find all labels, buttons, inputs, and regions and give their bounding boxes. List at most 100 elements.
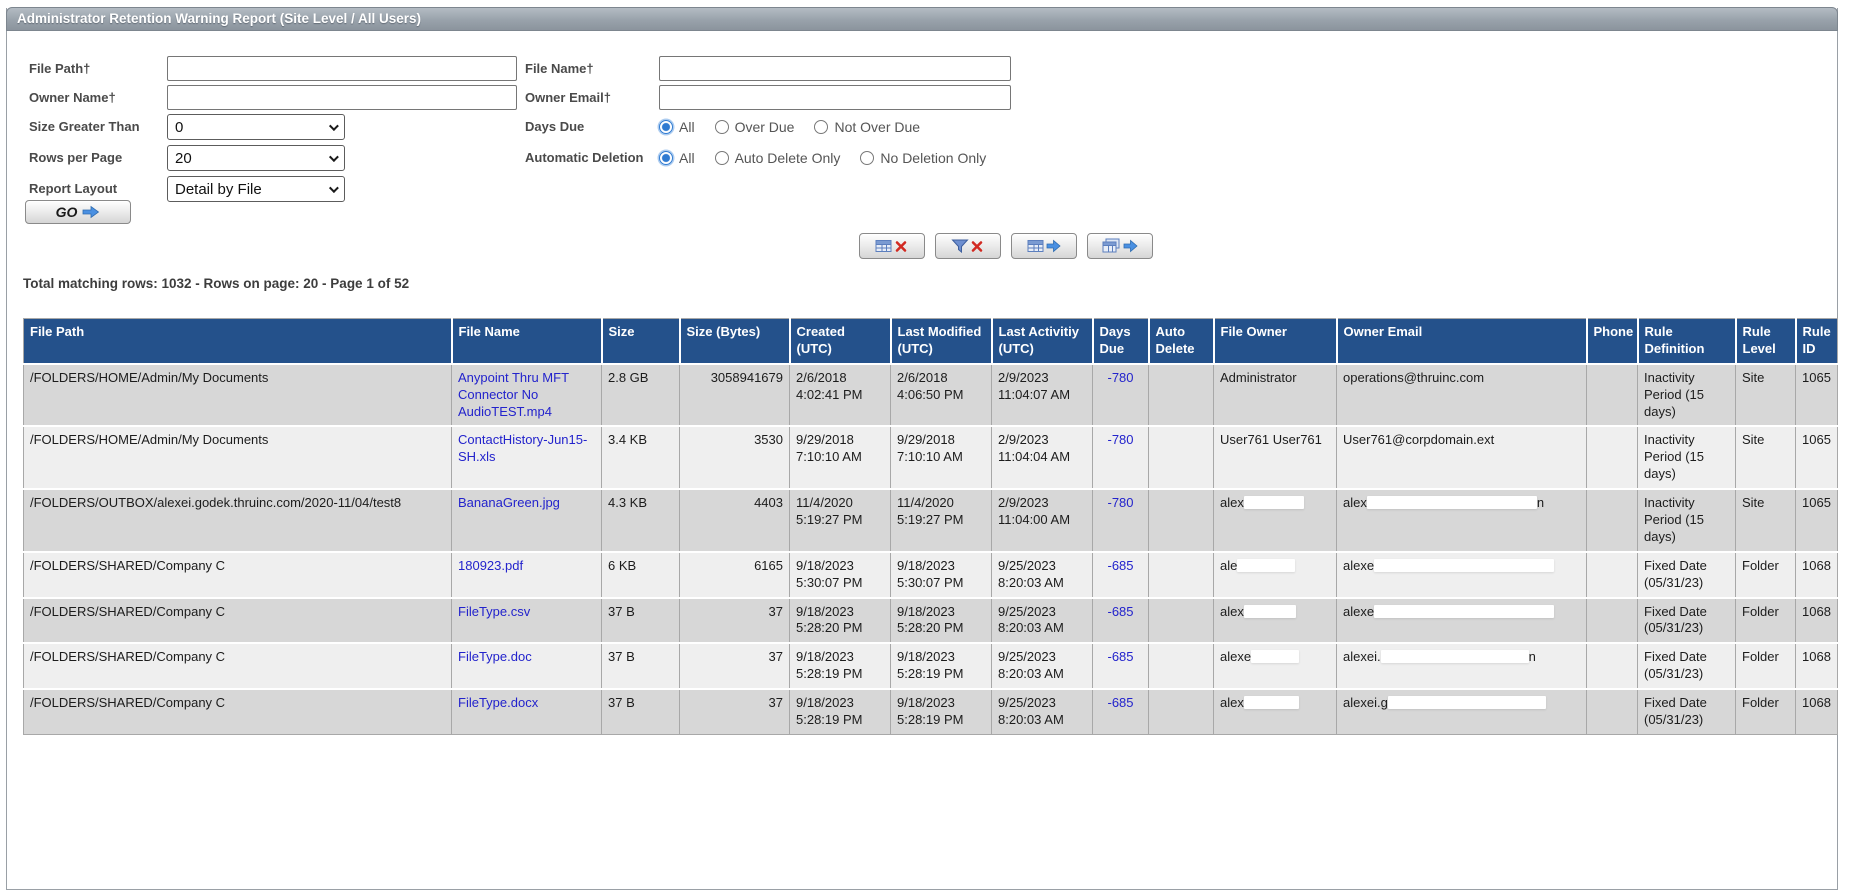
cell-rule-level: Site (1736, 426, 1796, 489)
cell-activity: 9/25/2023 8:20:03 AM (992, 552, 1093, 598)
file-name-link[interactable]: Anypoint Thru MFT Connector No AudioTEST… (458, 370, 569, 419)
owner-name-input[interactable] (167, 85, 517, 110)
go-button[interactable]: GO (25, 200, 131, 224)
table-row: /FOLDERS/OUTBOX/alexei.godek.thruinc.com… (24, 489, 1838, 552)
report-layout-select[interactable]: Detail by File (167, 176, 345, 202)
rows-per-page-select[interactable]: 20 (167, 145, 345, 171)
redaction-box (1251, 650, 1299, 663)
table-row: /FOLDERS/SHARED/Company C FileType.doc 3… (24, 643, 1838, 689)
size-greater-select[interactable]: 0 (167, 114, 345, 140)
file-name-link[interactable]: 180923.pdf (458, 558, 523, 573)
days-due-radio-all[interactable] (659, 120, 673, 134)
cell-file-path: /FOLDERS/SHARED/Company C (24, 598, 452, 644)
cell-file-name: FileType.docx (452, 689, 602, 734)
redaction-box (1244, 605, 1296, 618)
cell-phone (1587, 364, 1638, 427)
cell-days-due: -685 (1093, 552, 1149, 598)
cell-modified: 9/18/2023 5:28:19 PM (891, 689, 992, 734)
cell-modified: 9/29/2018 7:10:10 AM (891, 426, 992, 489)
cell-auto-delete (1149, 364, 1214, 427)
cell-file-path: /FOLDERS/OUTBOX/alexei.godek.thruinc.com… (24, 489, 452, 552)
auto-deletion-radio-all[interactable] (659, 151, 673, 165)
file-path-input[interactable] (167, 56, 517, 81)
file-name-link[interactable]: FileType.csv (458, 604, 530, 619)
cell-created: 9/18/2023 5:30:07 PM (790, 552, 891, 598)
column-header-rule-id: Rule ID (1796, 319, 1838, 364)
owner-email-label: Owner Email† (525, 85, 611, 111)
column-header-phone: Phone (1587, 319, 1638, 364)
days-due-radio-over-due[interactable] (715, 120, 729, 134)
cell-size: 4.3 KB (602, 489, 680, 552)
file-name-link[interactable]: FileType.docx (458, 695, 538, 710)
cell-created: 9/18/2023 5:28:19 PM (790, 689, 891, 734)
cell-activity: 9/25/2023 8:20:03 AM (992, 689, 1093, 734)
cell-modified: 2/6/2018 4:06:50 PM (891, 364, 992, 427)
days-due-link[interactable]: -780 (1107, 432, 1133, 447)
cell-file-name: Anypoint Thru MFT Connector No AudioTEST… (452, 364, 602, 427)
cell-file-owner: alexe (1214, 643, 1337, 689)
cell-days-due: -685 (1093, 689, 1149, 734)
column-header-file-name: File Name (452, 319, 602, 364)
column-header-days-due: Days Due (1093, 319, 1149, 364)
cell-rule-definition: Fixed Date (05/31/23) (1638, 689, 1736, 734)
file-name-input[interactable] (659, 56, 1011, 81)
table-export-icon (1026, 238, 1062, 254)
cell-file-owner: alex (1214, 598, 1337, 644)
column-header-size-bytes: Size (Bytes) (680, 319, 790, 364)
days-due-link[interactable]: -685 (1107, 558, 1133, 573)
file-name-link[interactable]: FileType.doc (458, 649, 532, 664)
days-due-link[interactable]: -685 (1107, 604, 1133, 619)
days-due-link[interactable]: -780 (1107, 495, 1133, 510)
file-name-link[interactable]: BananaGreen.jpg (458, 495, 560, 510)
redaction-box (1244, 696, 1299, 709)
file-name-label: File Name† (525, 56, 594, 82)
redaction-box (1367, 496, 1537, 509)
column-header-owner-email: Owner Email (1337, 319, 1587, 364)
days-due-link[interactable]: -685 (1107, 695, 1133, 710)
days-due-link[interactable]: -685 (1107, 649, 1133, 664)
cell-rule-id: 1065 (1796, 364, 1838, 427)
cell-rule-level: Folder (1736, 689, 1796, 734)
export-all-pages-button[interactable] (1087, 233, 1153, 259)
column-header-size: Size (602, 319, 680, 364)
cell-rule-definition: Fixed Date (05/31/23) (1638, 598, 1736, 644)
cell-rule-level: Folder (1736, 552, 1796, 598)
rows-per-page-label: Rows per Page (29, 145, 122, 171)
auto-deletion-option-label: Auto Delete Only (735, 150, 841, 166)
column-header-file-owner: File Owner (1214, 319, 1337, 364)
cell-created: 9/29/2018 7:10:10 AM (790, 426, 891, 489)
cell-auto-delete (1149, 489, 1214, 552)
cell-rule-definition: Inactivity Period (15 days) (1638, 364, 1736, 427)
owner-email-input[interactable] (659, 85, 1011, 110)
auto-deletion-option-label: All (679, 150, 695, 166)
auto-deletion-radio-auto-delete-only[interactable] (715, 151, 729, 165)
days-due-link[interactable]: -780 (1107, 370, 1133, 385)
auto-deletion-radio-no-deletion-only[interactable] (860, 151, 874, 165)
cell-file-owner: User761 User761 (1214, 426, 1337, 489)
cell-owner-email: alexei.n (1337, 643, 1587, 689)
go-arrow-icon (82, 205, 100, 219)
report-table: File Path File Name Size Size (Bytes) Cr… (23, 318, 1838, 735)
cell-rule-definition: Fixed Date (05/31/23) (1638, 552, 1736, 598)
cell-file-name: 180923.pdf (452, 552, 602, 598)
report-toolbar (859, 233, 1153, 259)
file-name-link[interactable]: ContactHistory-Jun15-SH.xls (458, 432, 587, 464)
cell-size: 37 B (602, 643, 680, 689)
automatic-deletion-radio-group: All Auto Delete Only No Deletion Only (659, 145, 986, 171)
cell-size-bytes: 4403 (680, 489, 790, 552)
clear-report-button[interactable] (859, 233, 925, 259)
cell-owner-email: alexe (1337, 552, 1587, 598)
clear-filter-button[interactable] (935, 233, 1001, 259)
cell-created: 2/6/2018 4:02:41 PM (790, 364, 891, 427)
cell-phone (1587, 489, 1638, 552)
cell-days-due: -685 (1093, 598, 1149, 644)
table-header-row: File Path File Name Size Size (Bytes) Cr… (24, 319, 1838, 364)
cell-modified: 9/18/2023 5:28:19 PM (891, 643, 992, 689)
cell-file-name: FileType.csv (452, 598, 602, 644)
export-page-button[interactable] (1011, 233, 1077, 259)
cell-size-bytes: 3058941679 (680, 364, 790, 427)
cell-file-owner: Administrator (1214, 364, 1337, 427)
days-due-radio-not-over-due[interactable] (814, 120, 828, 134)
cell-file-path: /FOLDERS/HOME/Admin/My Documents (24, 426, 452, 489)
cell-size-bytes: 37 (680, 598, 790, 644)
